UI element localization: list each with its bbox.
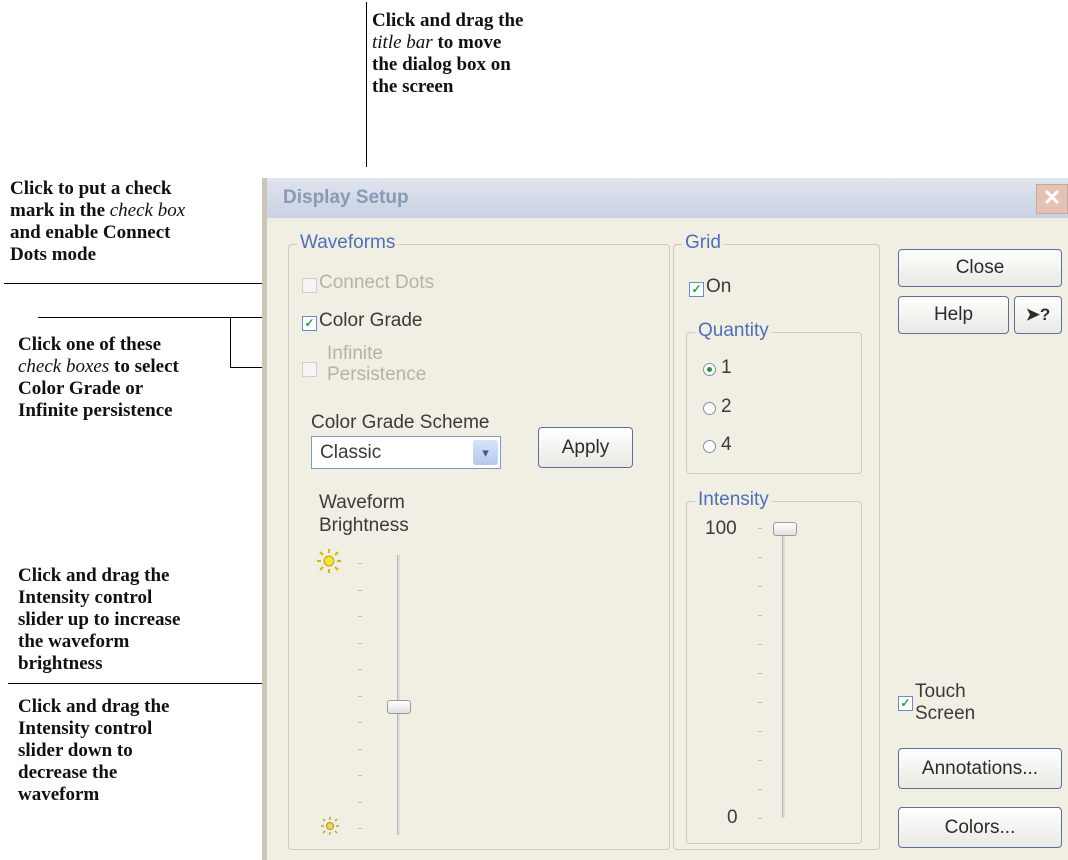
quantity-label-4: 4	[721, 434, 732, 455]
slider-tick	[758, 760, 762, 761]
chevron-down-icon[interactable]: ▾	[473, 440, 498, 465]
intensity-min-label: 0	[727, 807, 738, 828]
slider-tick	[758, 789, 762, 790]
slider-tick	[758, 528, 762, 529]
callout-title-bar-line	[366, 2, 367, 167]
brightness-slider-thumb[interactable]	[387, 700, 411, 715]
infinite-persistence-label-l2: Persistence	[327, 364, 427, 385]
brightness-slider-track[interactable]	[397, 555, 400, 835]
slider-tick	[758, 615, 762, 616]
callout-slider-up: Click and drag the Intensity control sli…	[18, 565, 181, 674]
quantity-group: Quantity 1 2 4	[686, 320, 862, 474]
close-icon[interactable]: ✕	[1036, 184, 1068, 214]
slider-tick	[358, 589, 362, 591]
display-setup-dialog: Display Setup ✕ Waveforms Connect Dots ✓…	[262, 178, 1068, 860]
callout-check-boxes: Click one of these check boxes to select…	[18, 334, 179, 421]
slider-tick	[358, 748, 362, 750]
quantity-group-label: Quantity	[695, 320, 772, 342]
waveform-brightness-label-l2: Brightness	[319, 515, 409, 536]
touch-screen-label-l2: Screen	[915, 703, 976, 724]
slider-tick	[758, 673, 762, 674]
arrow-question-icon: ➤?	[1025, 305, 1051, 324]
slider-tick	[758, 644, 762, 645]
grid-on-label: On	[706, 276, 732, 297]
slider-tick	[358, 801, 362, 803]
close-button[interactable]: Close	[898, 249, 1062, 287]
slider-tick	[758, 586, 762, 587]
intensity-group: Intensity 100 0	[686, 489, 862, 844]
quantity-label-2: 2	[721, 396, 732, 417]
color-grade-checkbox[interactable]: ✓	[302, 316, 317, 331]
slider-tick	[358, 828, 362, 829]
slider-tick	[358, 722, 362, 723]
color-grade-scheme-label: Color Grade Scheme	[311, 412, 490, 433]
connect-dots-label: Connect Dots	[319, 272, 435, 293]
quantity-radio-2[interactable]	[703, 402, 716, 415]
color-grade-scheme-select[interactable]: Classic ▾	[311, 436, 501, 469]
touch-screen-checkbox[interactable]: ✓	[898, 696, 913, 711]
sun-dim-icon	[321, 817, 339, 835]
intensity-slider-track[interactable]	[782, 528, 785, 818]
slider-tick	[758, 818, 762, 819]
slider-tick	[358, 775, 362, 776]
intensity-group-label: Intensity	[695, 489, 772, 511]
title-bar[interactable]: Display Setup ✕	[267, 178, 1068, 218]
waveforms-group: Waveforms Connect Dots ✓ Color Grade Inf…	[288, 232, 670, 850]
whats-this-button[interactable]: ➤?	[1014, 296, 1062, 334]
color-grade-scheme-value: Classic	[320, 442, 382, 463]
grid-group-label: Grid	[682, 232, 724, 254]
intensity-slider-thumb[interactable]	[773, 522, 797, 536]
callout-connect-dots: Click to put a check mark in the check b…	[10, 178, 186, 265]
callout-check-boxes-line-vert	[230, 317, 231, 368]
slider-tick	[358, 695, 362, 697]
intensity-max-label: 100	[705, 518, 737, 539]
infinite-persistence-checkbox[interactable]	[302, 362, 317, 377]
callout-check-boxes-line-top	[38, 317, 296, 318]
quantity-label-1: 1	[721, 357, 732, 378]
apply-button[interactable]: Apply	[538, 427, 633, 468]
sun-bright-icon	[317, 549, 341, 573]
annotations-button[interactable]: Annotations...	[898, 748, 1062, 789]
callout-connect-dots-line	[4, 283, 294, 284]
infinite-persistence-label-l1: Infinite	[327, 343, 383, 364]
slider-tick	[358, 563, 362, 564]
grid-on-checkbox[interactable]: ✓	[689, 282, 704, 297]
connect-dots-checkbox[interactable]	[302, 278, 317, 293]
help-button[interactable]: Help	[898, 296, 1009, 334]
slider-tick	[358, 669, 362, 670]
callout-title-bar: Click and drag the title bar to move the…	[372, 10, 524, 97]
touch-screen-label-l1: Touch	[915, 681, 966, 702]
slider-tick	[758, 702, 762, 703]
waveform-brightness-label-l1: Waveform	[319, 492, 405, 513]
quantity-radio-1[interactable]	[703, 363, 716, 376]
dialog-title: Display Setup	[283, 187, 409, 208]
quantity-radio-4[interactable]	[703, 440, 716, 453]
slider-tick	[758, 731, 762, 732]
slider-tick	[758, 557, 762, 558]
grid-group: Grid ✓ On Quantity 1 2 4 Intensity 100 0	[673, 232, 880, 850]
callout-slider-down: Click and drag the Intensity control sli…	[18, 696, 170, 805]
color-grade-label: Color Grade	[319, 310, 423, 331]
slider-tick	[358, 642, 362, 644]
slider-tick	[358, 616, 362, 617]
colors-button[interactable]: Colors...	[898, 807, 1062, 848]
waveforms-group-label: Waveforms	[297, 232, 399, 254]
